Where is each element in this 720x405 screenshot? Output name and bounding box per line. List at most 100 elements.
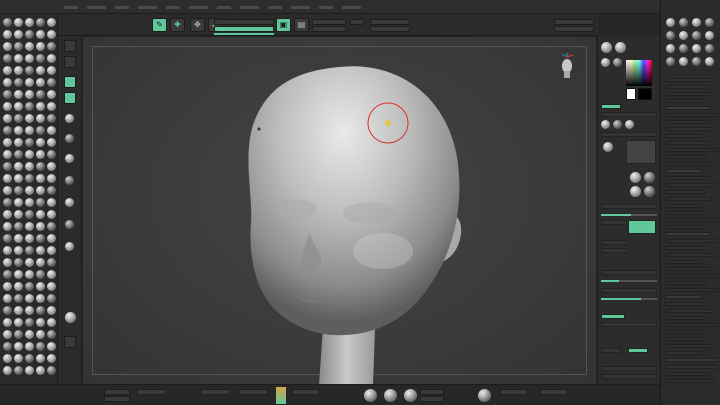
menu-item[interactable] — [319, 6, 333, 9]
brush-thumb[interactable] — [47, 258, 56, 267]
brush-thumb[interactable] — [14, 186, 23, 195]
brush-thumb[interactable] — [36, 138, 45, 147]
stroke-preview-thumb[interactable] — [601, 58, 610, 67]
tool-panel-row[interactable] — [665, 323, 717, 327]
brush-thumb[interactable] — [47, 126, 56, 135]
sphere-thumb[interactable] — [65, 312, 76, 323]
brush-thumb[interactable] — [3, 150, 12, 159]
menu-item[interactable] — [64, 6, 78, 9]
tool-panel-row[interactable] — [665, 344, 715, 348]
brush-thumb[interactable] — [36, 90, 45, 99]
menu-item[interactable] — [87, 6, 106, 9]
tool-panel-row[interactable] — [665, 134, 703, 138]
brush-thumb[interactable] — [36, 246, 45, 255]
brush-thumb[interactable] — [25, 90, 34, 99]
brush-thumb[interactable] — [3, 42, 12, 51]
brush-thumb[interactable] — [47, 330, 56, 339]
brush-thumb[interactable] — [3, 210, 12, 219]
brush-thumb[interactable] — [14, 294, 23, 303]
tool-panel-row[interactable] — [665, 211, 708, 215]
material-button[interactable] — [64, 336, 76, 348]
brush-thumb[interactable] — [36, 42, 45, 51]
brush-thumb[interactable] — [3, 198, 12, 207]
brush-thumb[interactable] — [36, 30, 45, 39]
brush-thumb[interactable] — [47, 234, 56, 243]
brush-thumb[interactable] — [14, 318, 23, 327]
tool-panel-row[interactable] — [665, 190, 705, 194]
tool-panel-row[interactable] — [665, 253, 717, 257]
menu-item[interactable] — [268, 6, 282, 9]
brush-thumb[interactable] — [47, 54, 56, 63]
tool-panel-row[interactable] — [665, 365, 718, 369]
bottom-brush-thumb[interactable] — [478, 389, 491, 402]
tool-panel-row[interactable] — [665, 372, 707, 376]
rgb-intensity-slider[interactable] — [214, 33, 274, 35]
tool-panel-row[interactable] — [665, 288, 717, 292]
panel-row[interactable] — [601, 132, 657, 137]
bottom-field[interactable] — [292, 389, 320, 395]
panel-row[interactable] — [601, 220, 627, 225]
brush-thumb[interactable] — [25, 186, 34, 195]
tool-panel-row[interactable] — [665, 127, 714, 131]
brush-thumb[interactable] — [36, 366, 45, 375]
brush-thumb[interactable] — [36, 258, 45, 267]
brush-thumb[interactable] — [47, 222, 56, 231]
bottom-field[interactable] — [104, 389, 130, 395]
brush-thumb[interactable] — [3, 222, 12, 231]
brush-select-button[interactable] — [64, 76, 76, 88]
brush-thumb[interactable] — [25, 198, 34, 207]
brush-thumb[interactable] — [14, 246, 23, 255]
menu-item[interactable] — [217, 6, 231, 9]
brush-thumb[interactable] — [25, 174, 34, 183]
panel-slider[interactable] — [601, 280, 657, 282]
secondary-color-swatch[interactable] — [638, 88, 652, 100]
brush-thumb[interactable] — [36, 126, 45, 135]
zadd-button[interactable]: ▣ — [276, 18, 291, 32]
brush-thumb[interactable] — [25, 330, 34, 339]
material-thumb[interactable] — [603, 142, 613, 152]
brush-thumb[interactable] — [36, 270, 45, 279]
rgb-intensity-field[interactable] — [554, 26, 594, 32]
brush-thumb[interactable] — [14, 18, 23, 27]
brush-thumb[interactable] — [36, 342, 45, 351]
tool-panel-row[interactable] — [665, 169, 702, 173]
brush-thumb[interactable] — [47, 282, 56, 291]
tool-panel-row[interactable] — [665, 351, 704, 355]
menu-item[interactable] — [342, 6, 361, 9]
matcap-thumb[interactable] — [625, 120, 634, 129]
brush-thumb[interactable] — [65, 242, 74, 251]
brush-thumb[interactable] — [47, 198, 56, 207]
brush-thumb[interactable] — [25, 78, 34, 87]
brush-thumb[interactable] — [25, 234, 34, 243]
brush-thumb[interactable] — [47, 138, 56, 147]
tool-panel-row[interactable] — [665, 120, 707, 124]
tool-panel-row[interactable] — [665, 162, 713, 166]
menu-item[interactable] — [138, 6, 157, 9]
texture-thumb[interactable] — [65, 134, 74, 143]
bottom-field[interactable] — [500, 389, 528, 395]
alpha-thumb[interactable] — [65, 114, 74, 123]
brush-thumb[interactable] — [47, 354, 56, 363]
brush-thumb[interactable] — [14, 150, 23, 159]
tool-panel-row[interactable] — [665, 316, 705, 320]
brush-thumb[interactable] — [3, 282, 12, 291]
tool-thumb[interactable] — [679, 31, 688, 40]
brush-thumb[interactable] — [3, 162, 12, 171]
brush-thumb[interactable] — [36, 234, 45, 243]
head-navigation-icon[interactable] — [558, 53, 576, 79]
tool-thumb[interactable] — [679, 44, 688, 53]
tool-panel-row[interactable] — [665, 197, 712, 201]
tool-panel-row[interactable] — [665, 225, 704, 229]
tool-panel-row[interactable] — [665, 141, 710, 145]
brush-thumb[interactable] — [14, 258, 23, 267]
brush-thumb[interactable] — [36, 66, 45, 75]
brush-thumb[interactable] — [25, 114, 34, 123]
panel-row[interactable] — [601, 366, 657, 371]
brush-thumb[interactable] — [25, 210, 34, 219]
brush-thumb[interactable] — [3, 114, 12, 123]
brush-thumb[interactable] — [25, 222, 34, 231]
tool-thumb[interactable] — [705, 31, 714, 40]
brush-thumb[interactable] — [25, 366, 34, 375]
brush-thumb[interactable] — [36, 294, 45, 303]
panel-row[interactable] — [601, 204, 657, 209]
